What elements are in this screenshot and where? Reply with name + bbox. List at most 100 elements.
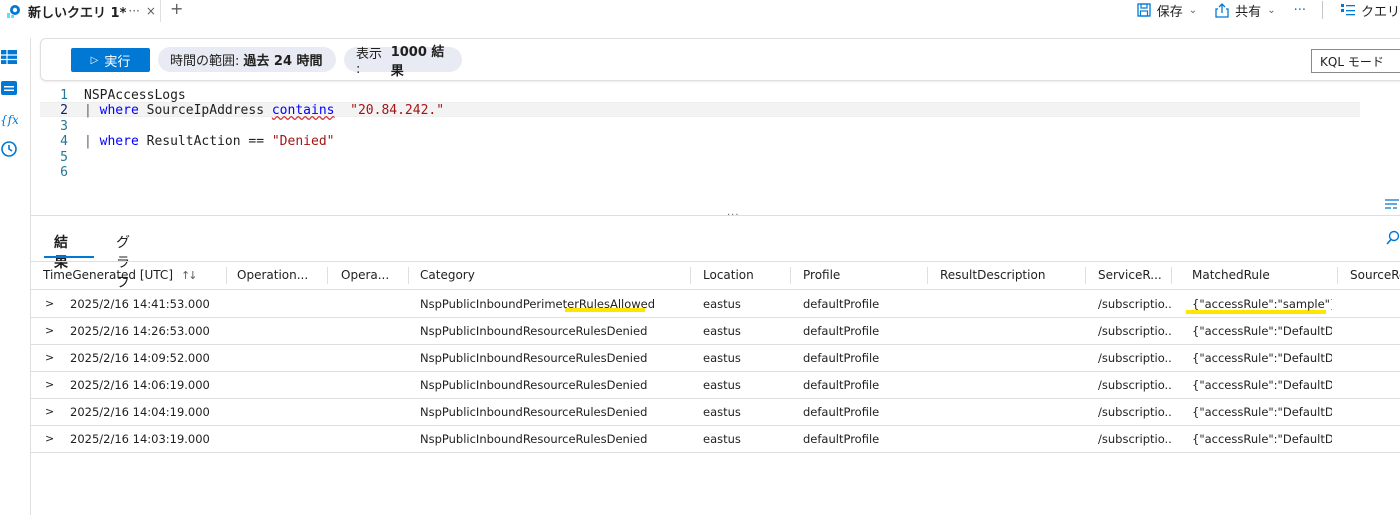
cell-category: NspPublicInboundResourceRulesDenied [420,432,648,446]
selected-tab-indicator [44,256,94,258]
column-header-servicer[interactable]: ServiceR... [1098,262,1168,290]
cell-profile: defaultProfile [803,324,880,338]
column-header-timegenerated[interactable]: TimeGenerated [UTC] ↑↓ [43,262,223,290]
table-row[interactable]: > 2025/2/16 14:09:52.000 NspPublicInboun… [31,345,1400,372]
history-icon[interactable] [0,140,18,158]
search-icon[interactable] [1386,230,1400,246]
column-divider[interactable] [790,267,791,284]
cell-category: NspPublicInboundResourceRulesDenied [420,405,648,419]
pipe-token: | [84,134,100,149]
column-divider[interactable] [226,267,227,284]
column-header-category[interactable]: Category [420,262,680,290]
share-label: 共有 [1235,4,1262,20]
cell-location: eastus [703,432,741,446]
cell-category: NspPublicInboundResourceRulesDenied [420,378,648,392]
log-analytics-icon [7,5,20,18]
table-row[interactable]: > 2025/2/16 14:41:53.000 NspPublicInboun… [31,291,1400,318]
editor-line: 5 [40,150,1400,165]
keyword-token: where [99,103,139,118]
operator-token: contains [271,103,335,118]
code-text: NSPAccessLogs [84,88,186,103]
expand-row-icon[interactable]: > [45,291,54,316]
run-button[interactable]: ▷ 実行 [71,48,150,72]
column-header-opera[interactable]: Opera... [341,262,401,290]
queries-button[interactable]: クエリ [1340,1,1400,20]
table-row[interactable]: > 2025/2/16 14:04:19.000 NspPublicInboun… [31,399,1400,426]
tab-divider [160,0,161,22]
cell-service: /subscriptio... [1098,297,1173,311]
column-header-operation[interactable]: Operation... [237,262,322,290]
chevron-down-icon: ⌄ [1267,4,1276,16]
column-token: ResultAction == [138,134,272,149]
table-row[interactable]: > 2025/2/16 14:06:19.000 NspPublicInboun… [31,372,1400,399]
column-header-matchedrule[interactable]: MatchedRule [1192,262,1332,290]
expand-row-icon[interactable]: > [45,372,54,397]
share-icon [1215,2,1229,18]
result-limit-prefix: 表示 : [356,46,383,77]
string-token: "20.84.242." [350,103,445,118]
keyword-token: where [99,134,139,149]
code-text: | where SourceIpAddress contains "20.84.… [84,103,444,118]
column-divider[interactable] [690,267,691,284]
column-header-location[interactable]: Location [703,262,783,290]
expand-row-icon[interactable]: > [45,318,54,343]
time-range-button[interactable]: 時間の範囲: 過去 24 時間 [158,47,336,72]
tab-more-icon[interactable]: ··· [128,4,139,18]
tables-icon[interactable] [0,48,18,66]
play-icon: ▷ [90,54,99,66]
column-divider[interactable] [1171,267,1172,284]
cell-service: /subscriptio... [1098,432,1173,446]
editor-results-splitter[interactable] [30,215,1400,220]
cell-matched-rule: {"accessRule":"DefaultDe... [1192,405,1332,419]
cell-matched-rule: {"accessRule":"DefaultDe... [1192,378,1332,392]
code-text: | where ResultAction == "Denied" [84,134,334,149]
expand-row-icon[interactable]: > [45,399,54,424]
column-divider[interactable] [927,267,928,284]
cell-profile: defaultProfile [803,297,880,311]
table-row[interactable]: > 2025/2/16 14:03:19.000 NspPublicInboun… [31,426,1400,453]
queries-label: クエリ [1360,4,1400,20]
column-divider[interactable] [408,267,409,284]
toolbar-divider [1321,1,1323,19]
column-divider[interactable] [1337,267,1338,284]
cell-matched-rule: {"accessRule":"DefaultDe... [1192,432,1332,446]
cell-matched-rule: {"accessRule":"sample"} [1192,297,1332,311]
column-header-sourcere[interactable]: SourceRe [1350,262,1400,290]
cell-category: NspPublicInboundPerimeterRulesAllowed [420,297,656,311]
column-divider[interactable] [1085,267,1086,284]
top-actions: 保存 ⌄ 共有 ⌄ ··· クエリ [1119,0,1400,20]
table-row[interactable]: > 2025/2/16 14:26:53.000 NspPublicInboun… [31,318,1400,345]
result-limit-button[interactable]: 表示 : 1000 結果 [344,45,462,79]
share-button[interactable]: 共有 ⌄ [1215,1,1276,20]
add-tab-icon[interactable]: + [170,0,183,18]
column-divider[interactable] [327,267,328,284]
editor-line: 3 [40,119,1400,134]
query-editor[interactable]: 1 NSPAccessLogs 2 | where SourceIpAddres… [40,86,1400,216]
more-actions-button[interactable]: ··· [1294,3,1306,18]
splitter-handle-icon[interactable]: ··· [727,210,740,221]
query-tab[interactable]: 新しいクエリ 1* ··· × [0,0,156,22]
queries-pane-icon[interactable] [0,79,18,97]
cell-location: eastus [703,297,741,311]
cell-time: 2025/2/16 14:06:19.000 [70,378,210,392]
expand-row-icon[interactable]: > [45,345,54,370]
column-header-label: TimeGenerated [UTC] [43,268,173,282]
save-button[interactable]: 保存 ⌄ [1137,1,1197,20]
cell-matched-rule: {"accessRule":"DefaultDe... [1192,351,1332,365]
cell-service: /subscriptio... [1098,378,1173,392]
cell-service: /subscriptio... [1098,351,1173,365]
functions-icon[interactable]: {fx} [0,110,18,128]
expand-row-icon[interactable]: > [45,426,54,451]
word-wrap-icon[interactable] [1384,198,1400,212]
cell-category: NspPublicInboundResourceRulesDenied [420,324,648,338]
sort-icon[interactable]: ↑↓ [181,269,198,282]
kql-mode-select[interactable]: KQL モード [1311,49,1400,73]
column-header-resultdescription[interactable]: ResultDescription [940,262,1080,290]
cell-location: eastus [703,351,741,365]
tab-close-icon[interactable]: × [146,4,156,18]
cell-service: /subscriptio... [1098,405,1173,419]
cell-category: NspPublicInboundResourceRulesDenied [420,351,648,365]
column-header-profile[interactable]: Profile [803,262,913,290]
cell-time: 2025/2/16 14:41:53.000 [70,297,210,311]
cell-time: 2025/2/16 14:03:19.000 [70,432,210,446]
